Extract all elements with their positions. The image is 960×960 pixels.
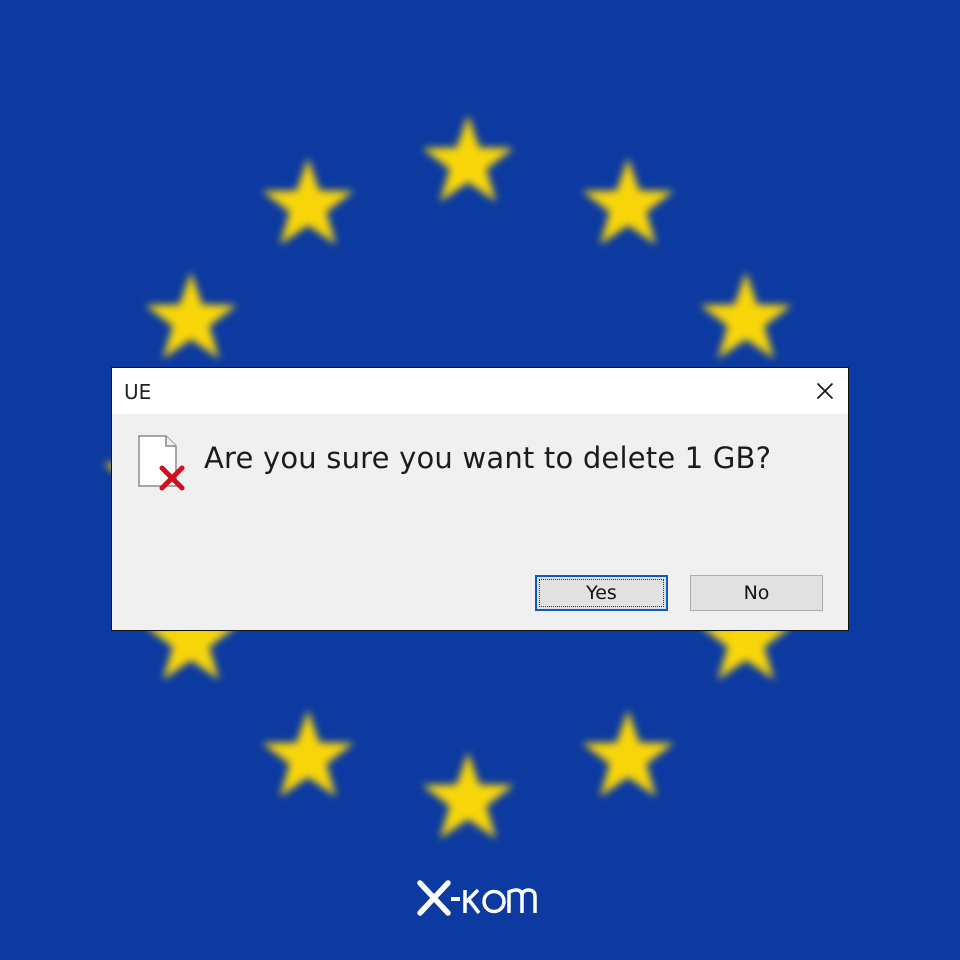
- brand-logo: [0, 880, 960, 916]
- dialog-title: UE: [124, 380, 152, 404]
- file-delete-icon: [138, 435, 185, 491]
- focus-rectangle: [539, 579, 664, 607]
- no-button[interactable]: No: [690, 575, 823, 611]
- dialog-body: Are you sure you want to delete 1 GB? Ye…: [112, 414, 848, 631]
- confirm-delete-dialog: UE Are you sure you want to delete 1 GB?…: [111, 367, 849, 631]
- close-button[interactable]: [802, 368, 848, 414]
- no-button-label: No: [743, 582, 770, 604]
- yes-button[interactable]: Yes: [535, 575, 668, 611]
- close-icon: [816, 382, 834, 400]
- dialog-titlebar: UE: [112, 368, 848, 414]
- x-kom-logo: [417, 880, 537, 916]
- dialog-message: Are you sure you want to delete 1 GB?: [204, 441, 772, 475]
